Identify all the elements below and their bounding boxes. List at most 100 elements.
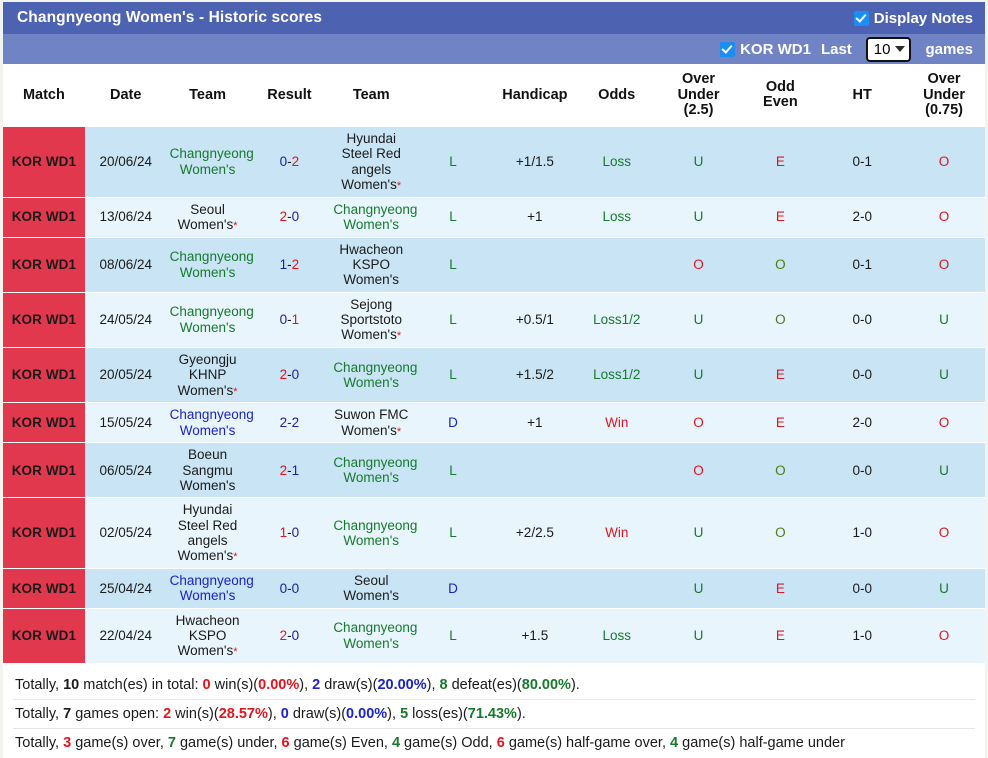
- table-row[interactable]: KOR WD1 15/05/24 Changnyeong Women's 2-2 Suw…: [3, 402, 985, 444]
- th-ou-line2: Under: [677, 86, 720, 103]
- summary-line-total: Totally, 10 match(es) in total: 0 win(s)…: [13, 671, 975, 699]
- over-under-25-cell-text: U: [693, 367, 704, 383]
- outcome-cell-text: L: [449, 312, 457, 328]
- home-team-cell[interactable]: Seoul Women's*: [166, 197, 249, 238]
- away-team-cell[interactable]: Seoul Women's: [330, 568, 413, 609]
- away-team-cell[interactable]: Hwacheon KSPO Women's: [330, 237, 413, 293]
- league-filter-label: KOR WD1: [740, 40, 811, 58]
- league-badge[interactable]: KOR WD1: [3, 568, 85, 609]
- over-under-075-cell: O: [903, 237, 985, 293]
- scores-table-container: Match Date Team Result Team Handicap Odd…: [3, 64, 985, 664]
- home-team-cell[interactable]: Changnyeong Women's: [166, 292, 254, 348]
- league-badge[interactable]: KOR WD1: [3, 126, 85, 198]
- away-team-cell[interactable]: Changnyeong Women's: [330, 442, 417, 499]
- odd-even-cell-text: O: [775, 462, 786, 478]
- s1-t1: match(es) in total:: [79, 676, 203, 693]
- home-team-cell[interactable]: Hyundai Steel Red angels Women's*: [166, 497, 249, 569]
- away-team-cell[interactable]: Changnyeong Women's: [330, 197, 417, 238]
- handicap-cell-text: +1.5: [521, 628, 549, 644]
- league-badge[interactable]: KOR WD1: [3, 197, 85, 238]
- outcome-cell: L: [412, 237, 494, 293]
- summary-footer: Totally, 10 match(es) in total: 0 win(s)…: [3, 663, 985, 758]
- table-row[interactable]: KOR WD1 08/06/24 Changnyeong Women's 1-2 Hwa…: [3, 237, 985, 293]
- team-name: Changnyeong Women's: [333, 517, 418, 549]
- odd-even-cell: E: [739, 608, 822, 664]
- away-team-cell[interactable]: Changnyeong Women's: [330, 608, 417, 664]
- league-badge[interactable]: KOR WD1: [3, 402, 85, 444]
- s3-n1: 3: [63, 735, 72, 752]
- s1-t0: Totally,: [15, 676, 64, 693]
- match-date-text: 24/05/24: [99, 312, 153, 328]
- th-handicap: Handicap: [493, 64, 576, 127]
- table-row[interactable]: KOR WD1 22/04/24 Hwacheon KSPO Women's* 2-0…: [3, 608, 985, 664]
- away-team-cell[interactable]: Sejong Sportstoto Women's*: [330, 292, 413, 348]
- odds-result-cell: [575, 237, 658, 293]
- score-away: 0: [291, 209, 300, 225]
- outcome-cell: D: [412, 402, 494, 444]
- over-under-075-cell: O: [903, 402, 985, 444]
- home-team-cell[interactable]: Changnyeong Women's: [166, 402, 254, 444]
- last-games-select[interactable]: 10: [865, 36, 912, 62]
- over-under-25-cell: U: [657, 292, 740, 348]
- team-name: Seoul Women's: [343, 572, 400, 604]
- table-row[interactable]: KOR WD1 25/04/24 Changnyeong Women's 0-0 Seo…: [3, 568, 985, 609]
- home-team-cell[interactable]: Gyeongju KHNP Women's*: [166, 347, 249, 404]
- away-team-cell[interactable]: Suwon FMC Women's*: [330, 402, 413, 444]
- s1-n2: 0: [202, 676, 211, 693]
- team-name: Hyundai Steel Red angels Women's: [341, 130, 401, 193]
- league-badge[interactable]: KOR WD1: [3, 237, 85, 293]
- score-home: 2: [279, 367, 288, 383]
- league-filter-toggle[interactable]: KOR WD1: [720, 41, 811, 58]
- odd-even-cell-text: E: [775, 154, 785, 170]
- chevron-down-icon[interactable]: [895, 46, 906, 52]
- league-badge-text: KOR WD1: [11, 367, 77, 383]
- away-team-cell[interactable]: Changnyeong Women's: [330, 347, 417, 404]
- half-time-score-cell: 1-0: [821, 497, 904, 569]
- league-badge[interactable]: KOR WD1: [3, 442, 85, 499]
- league-badge[interactable]: KOR WD1: [3, 608, 85, 664]
- table-row[interactable]: KOR WD1 20/06/24 Changnyeong Women's 0-2 Hyu…: [3, 126, 985, 198]
- over-under-075-cell-text: O: [938, 256, 950, 272]
- home-team-cell[interactable]: Changnyeong Women's: [166, 126, 254, 198]
- away-team-cell[interactable]: Hyundai Steel Red angels Women's*: [330, 126, 413, 198]
- over-under-075-cell-text: O: [938, 209, 950, 225]
- over-under-075-cell-text: U: [939, 367, 949, 383]
- league-badge[interactable]: KOR WD1: [3, 347, 85, 404]
- checkbox-checked-icon[interactable]: [853, 10, 869, 26]
- outcome-cell-text: L: [449, 256, 457, 272]
- league-badge[interactable]: KOR WD1: [3, 497, 85, 569]
- table-body: KOR WD1 20/06/24 Changnyeong Women's 0-2 Hyu…: [3, 126, 985, 664]
- handicap-cell: +1.5/2: [493, 347, 576, 404]
- s2-t6: loss(es)(: [408, 706, 468, 723]
- home-team-cell[interactable]: Hwacheon KSPO Women's*: [166, 608, 249, 664]
- table-row[interactable]: KOR WD1 24/05/24 Changnyeong Women's 0-1 Sej…: [3, 292, 985, 348]
- score-away: 2: [291, 154, 300, 170]
- table-row[interactable]: KOR WD1 13/06/24 Seoul Women's* 2-0 Changnye…: [3, 197, 985, 238]
- s3-t1: game(s) over,: [71, 735, 168, 752]
- odds-result-cell: Win: [575, 402, 658, 444]
- odds-result-cell: Win: [575, 497, 658, 569]
- half-time-score-cell-text: 0-0: [852, 580, 872, 596]
- away-team-cell[interactable]: Changnyeong Women's: [330, 497, 417, 569]
- table-row[interactable]: KOR WD1 20/05/24 Gyeongju KHNP Women's* 2-0…: [3, 347, 985, 404]
- display-notes-toggle[interactable]: Display Notes: [853, 10, 973, 27]
- odd-even-cell: O: [739, 237, 822, 293]
- home-team-cell[interactable]: Changnyeong Women's: [166, 237, 254, 293]
- home-team-cell[interactable]: Boeun Sangmu Women's: [166, 442, 249, 499]
- league-badge[interactable]: KOR WD1: [3, 292, 85, 348]
- s2-t7: ).: [516, 706, 526, 723]
- outcome-cell-text: L: [449, 462, 457, 478]
- half-time-score-cell-text: 1-0: [852, 525, 872, 541]
- checkbox-checked-icon[interactable]: [720, 41, 736, 57]
- table-row[interactable]: KOR WD1 02/05/24 Hyundai Steel Red angels …: [3, 497, 985, 569]
- home-team-cell[interactable]: Changnyeong Women's: [166, 568, 254, 609]
- table-row[interactable]: KOR WD1 06/05/24 Boeun Sangmu Women's 2-1 Ch…: [3, 442, 985, 499]
- th-ou2-line2: Under: [923, 86, 965, 103]
- match-date-text: 20/06/24: [99, 154, 153, 170]
- s1-t4: draw(s)(: [320, 676, 378, 693]
- over-under-075-cell: O: [903, 197, 985, 238]
- odd-even-cell-text: O: [775, 256, 786, 272]
- match-date: 20/05/24: [84, 347, 167, 404]
- odd-even-cell-text: O: [775, 312, 786, 328]
- half-time-score-cell: 0-0: [821, 292, 904, 348]
